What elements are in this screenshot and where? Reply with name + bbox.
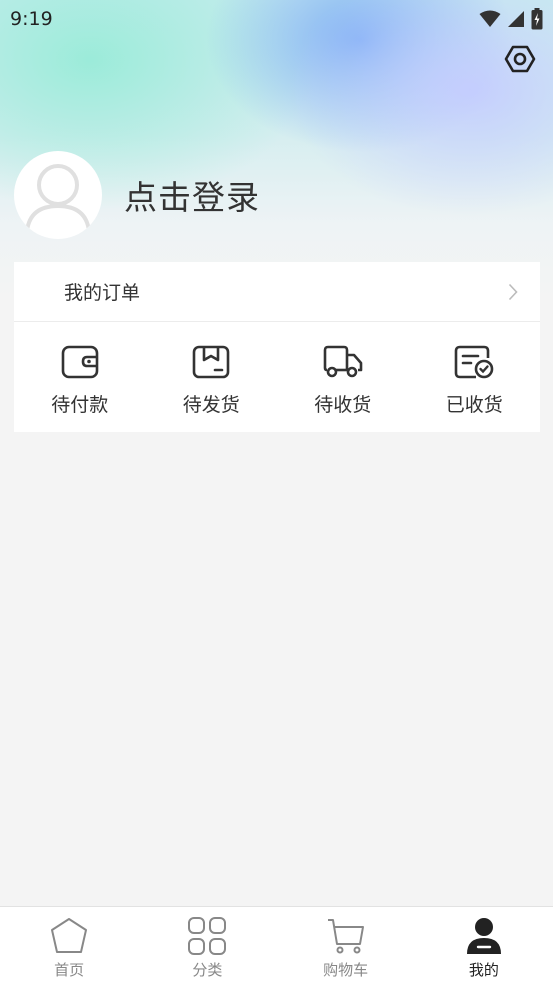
order-received[interactable]: 已收货 (409, 322, 541, 432)
order-pending-receipt[interactable]: 待收货 (277, 322, 409, 432)
default-avatar-icon (25, 164, 91, 232)
wifi-icon (479, 10, 501, 27)
order-status-row: 待付款 待发货 待收货 已收货 (14, 322, 540, 432)
avatar[interactable] (14, 151, 102, 239)
profile-area[interactable]: 点击登录 (14, 151, 260, 239)
order-received-label: 已收货 (445, 394, 503, 416)
login-link[interactable]: 点击登录 (124, 171, 260, 219)
received-check-icon (454, 342, 494, 382)
order-pending-shipment-label: 待发货 (182, 394, 240, 416)
tab-mine-label: 我的 (468, 961, 499, 979)
cellular-signal-icon (508, 11, 524, 27)
wallet-icon (60, 342, 100, 382)
settings-button[interactable] (503, 42, 537, 76)
my-orders-card: 我的订单 待付款 待发货 待收货 已收货 (14, 262, 540, 432)
my-orders-title: 我的订单 (64, 282, 141, 304)
tab-category-label: 分类 (192, 961, 223, 979)
tab-mine[interactable]: 我的 (415, 907, 553, 984)
cart-icon (325, 915, 367, 957)
tab-category[interactable]: 分类 (138, 907, 276, 984)
home-pentagon-icon (48, 915, 90, 957)
truck-icon (323, 342, 363, 382)
tab-home[interactable]: 首页 (0, 907, 138, 984)
my-orders-header[interactable]: 我的订单 (14, 262, 540, 322)
order-pending-payment-label: 待付款 (51, 394, 109, 416)
status-icons (479, 8, 543, 30)
tab-cart[interactable]: 购物车 (277, 907, 415, 984)
box-icon (191, 342, 231, 382)
status-bar: 9:19 (0, 0, 553, 38)
user-icon (463, 915, 505, 957)
order-pending-payment[interactable]: 待付款 (14, 322, 146, 432)
category-grid-icon (186, 915, 228, 957)
settings-hexagon-icon (504, 45, 536, 73)
header-background (0, 0, 553, 300)
battery-icon (531, 8, 543, 30)
bottom-tab-bar: 首页 分类 购物车 我的 (0, 906, 553, 984)
chevron-right-icon (508, 283, 518, 300)
tab-home-label: 首页 (54, 961, 85, 979)
order-pending-receipt-label: 待收货 (314, 394, 372, 416)
status-time: 9:19 (10, 8, 53, 30)
tab-cart-label: 购物车 (323, 961, 369, 979)
order-pending-shipment[interactable]: 待发货 (146, 322, 278, 432)
